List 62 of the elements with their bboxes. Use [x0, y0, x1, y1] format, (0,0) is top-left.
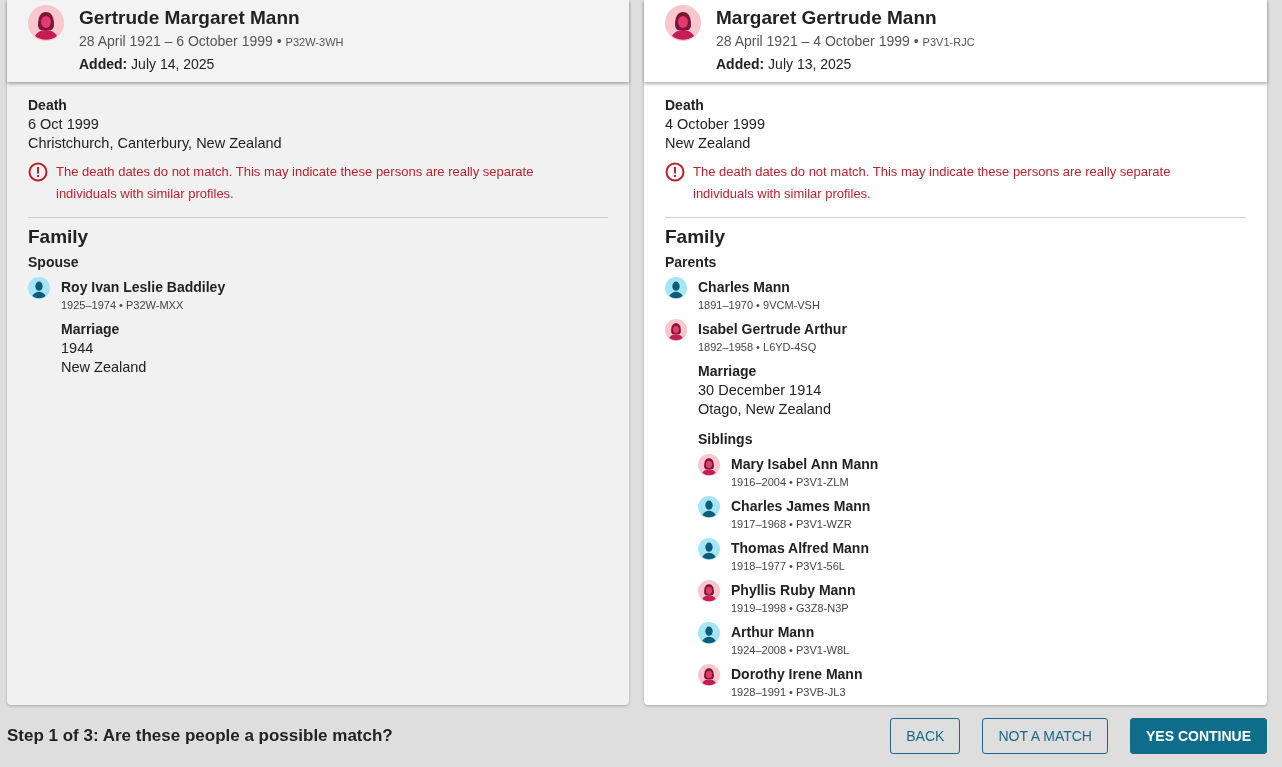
siblings-label: Siblings [698, 430, 754, 449]
marriage-label: Marriage [698, 362, 758, 381]
marriage-date: 30 December 1914 [698, 381, 823, 400]
person-lifespan: 1891–1970 • 9VCM-VSH [698, 298, 820, 313]
family-heading: Family [665, 225, 727, 249]
death-label: Death [28, 96, 68, 115]
added-date: Added: July 13, 2025 [716, 55, 853, 74]
death-label: Death [665, 96, 705, 115]
relation-label: Parents [665, 253, 718, 272]
male-avatar-icon [698, 538, 720, 560]
female-avatar-icon [28, 5, 64, 41]
person-name[interactable]: Dorothy Irene Mann [731, 664, 863, 684]
warning-icon [665, 162, 685, 182]
death-date: 6 Oct 1999 [28, 115, 100, 134]
male-avatar-icon [698, 622, 720, 644]
person-lifespan: 1928–1991 • P3VB-JL3 [731, 685, 847, 700]
continue-button[interactable]: YES CONTINUE [1130, 718, 1267, 754]
female-avatar-icon [698, 580, 720, 602]
marriage-place: Otago, New Zealand [698, 400, 832, 419]
person-lifespan: 1917–1968 • P3V1-WZR [731, 517, 853, 532]
person-id: P3V1-RJC [922, 35, 975, 50]
person-lifespan: 1919–1998 • G3Z8-N3P [731, 601, 850, 616]
person-name[interactable]: Thomas Alfred Mann [731, 538, 869, 558]
person-name[interactable]: Isabel Gertrude Arthur [698, 319, 847, 339]
female-avatar-icon [698, 664, 720, 686]
person-name[interactable]: Charles Mann [698, 277, 820, 297]
warning-icon [28, 162, 48, 182]
person-lifespan: 1916–2004 • P3V1-ZLM [731, 475, 850, 490]
female-avatar-icon [665, 319, 687, 341]
person-name[interactable]: Phyllis Ruby Mann [731, 580, 856, 600]
person-name[interactable]: Arthur Mann [731, 622, 850, 642]
person-lifespan: 1892–1958 • L6YD-4SQ [698, 340, 818, 355]
warning-message: The death dates do not match. This may indicate these persons are really separate individuals with similar profiles. [56, 163, 535, 203]
death-date: 4 October 1999 [665, 115, 766, 134]
marriage-place: New Zealand [61, 358, 148, 377]
family-heading: Family [28, 225, 90, 249]
person-lifespan: 1918–1977 • P3V1-56L [731, 559, 846, 574]
person-name: Gertrude Margaret Mann [79, 6, 301, 30]
life-dates: 28 April 1921 – 6 October 1999 • [79, 32, 282, 51]
marriage-label: Marriage [61, 320, 121, 339]
outline-button[interactable]: BACK [890, 718, 961, 754]
warning-message: The death dates do not match. This may indicate these persons are really separate individuals with similar profiles. [693, 163, 1172, 203]
marriage-date: 1944 [61, 339, 95, 358]
male-avatar-icon [28, 277, 50, 299]
death-place: Christchurch, Canterbury, New Zealand [28, 134, 283, 153]
person-lifespan: 1925–1974 • P32W-MXX [61, 298, 185, 313]
person-name: Margaret Gertrude Mann [716, 6, 938, 30]
step-prompt: Step 1 of 3: Are these people a possible match? [7, 726, 394, 746]
relation-label: Spouse [28, 253, 80, 272]
person-name[interactable]: Mary Isabel Ann Mann [731, 454, 879, 474]
outline-button[interactable]: NOT A MATCH [982, 718, 1108, 754]
person-name[interactable]: Roy Ivan Leslie Baddiley [61, 277, 226, 297]
male-avatar-icon [665, 277, 687, 299]
female-avatar-icon [698, 454, 720, 476]
death-place: New Zealand [665, 134, 752, 153]
life-dates: 28 April 1921 – 4 October 1999 • [716, 32, 919, 51]
person-id: P32W-3WH [285, 35, 344, 50]
male-avatar-icon [698, 496, 720, 518]
person-lifespan: 1924–2008 • P3V1-W8L [731, 643, 850, 658]
female-avatar-icon [665, 5, 701, 41]
added-date: Added: July 14, 2025 [79, 55, 216, 74]
person-name[interactable]: Charles James Mann [731, 496, 871, 516]
